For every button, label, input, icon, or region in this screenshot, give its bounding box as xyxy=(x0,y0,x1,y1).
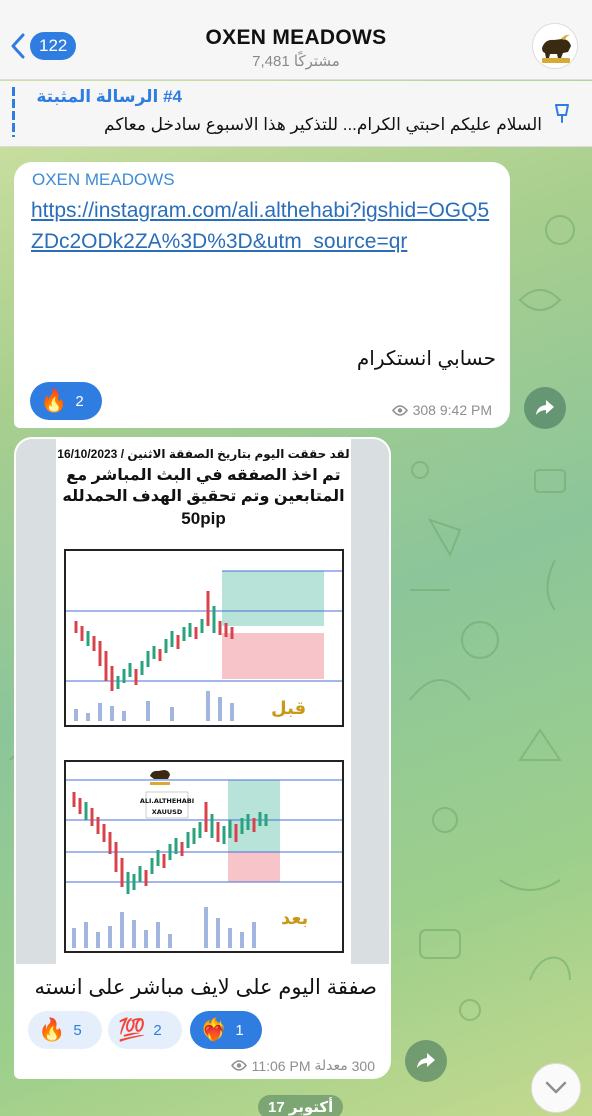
reaction-fire[interactable]: 🔥 5 xyxy=(28,1011,102,1049)
message-meta: 308 9:42 PM xyxy=(391,402,492,418)
before-label: قبل xyxy=(271,698,306,719)
eye-icon xyxy=(391,404,408,416)
image-line-3: المتابعين وتم تحقيق الهدف الحمدلله xyxy=(62,488,345,505)
channel-title[interactable]: OXEN MEADOWS xyxy=(0,26,592,50)
heart-on-fire-icon: ❤️‍🔥 xyxy=(200,1017,228,1042)
image-line-2: تم اخذ الصفقه في البث المباشر مع xyxy=(66,467,341,484)
pinned-text: السلام عليكم احبتي الكرام... للتذكير هذا… xyxy=(104,115,542,134)
instagram-link[interactable]: https://instagram.com/ali.althehabi?igsh… xyxy=(31,195,501,257)
message-caption: صفقة اليوم على لايف مباشر على انسته xyxy=(34,976,377,999)
trade-image[interactable]: لقد حققت اليوم بتاريخ الصفقة الاثنين / 1… xyxy=(16,439,389,964)
forward-arrow-icon xyxy=(417,1053,435,1068)
after-label: بعد xyxy=(281,908,308,929)
reaction-fire[interactable]: 🔥 2 xyxy=(30,382,102,420)
message-bubble[interactable]: لقد حققت اليوم بتاريخ الصفقة الاثنين / 1… xyxy=(14,437,391,1079)
scroll-to-bottom-button[interactable] xyxy=(531,1063,581,1113)
reaction-count: 5 xyxy=(73,1021,82,1039)
pinned-indicator xyxy=(12,87,15,137)
bull-logo-icon xyxy=(533,24,577,68)
message-text: حسابي انستكرام xyxy=(356,348,496,370)
forward-arrow-icon xyxy=(536,400,554,415)
message-time: 11:06 PM xyxy=(251,1057,311,1074)
message-time: 9:42 PM xyxy=(439,402,492,418)
share-button[interactable] xyxy=(524,387,566,429)
sender-name[interactable]: OXEN MEADOWS xyxy=(32,170,175,190)
fire-icon: 🔥 xyxy=(40,388,68,413)
share-button[interactable] xyxy=(405,1040,447,1082)
date-divider: 17 أكتوبر xyxy=(258,1095,344,1116)
hundred-points-icon: 💯 xyxy=(118,1017,146,1042)
pinned-message-bar[interactable]: #4 الرسالة المثبتة السلام عليكم احبتي ال… xyxy=(0,81,592,147)
image-pip: 50pip xyxy=(181,509,226,528)
chat-header: 122 OXEN MEADOWS 7,481 مشتركًا xyxy=(0,0,592,80)
eye-icon xyxy=(230,1060,247,1071)
image-date-line: لقد حققت اليوم بتاريخ الصفقة الاثنين / 1… xyxy=(57,447,350,461)
message-bubble[interactable]: OXEN MEADOWS https://instagram.com/ali.a… xyxy=(14,162,510,428)
message-meta: 11:06 PM معدلة 300 xyxy=(230,1057,375,1074)
subscriber-count: 7,481 مشتركًا xyxy=(252,53,340,70)
channel-avatar[interactable] xyxy=(532,23,578,69)
watermark-logo xyxy=(150,770,170,785)
pinned-title: #4 الرسالة المثبتة xyxy=(36,87,182,106)
reaction-hundred[interactable]: 💯 2 xyxy=(108,1011,182,1049)
watermark-name: ALI.ALTHEHABI xyxy=(140,797,194,805)
chevron-down-icon xyxy=(545,1081,567,1094)
watermark-pair: XAUUSD xyxy=(152,808,183,816)
chart-before: قبل xyxy=(64,549,344,727)
reaction-heart-on-fire[interactable]: ❤️‍🔥 1 xyxy=(190,1011,262,1049)
reaction-count: 2 xyxy=(153,1021,162,1039)
fire-icon: 🔥 xyxy=(38,1017,66,1042)
chart-after: ALI.ALTHEHABI XAUUSD بعد xyxy=(64,760,344,953)
reaction-count: 2 xyxy=(75,392,84,410)
view-count: 308 xyxy=(412,402,436,418)
edited-label: معدلة xyxy=(314,1057,348,1073)
reaction-count: 1 xyxy=(235,1021,244,1039)
pin-list-icon[interactable] xyxy=(550,101,574,125)
view-count: 300 xyxy=(351,1057,375,1074)
candlestick-chart-before: قبل xyxy=(66,570,342,721)
candlestick-chart-after: ALI.ALTHEHABI XAUUSD بعد xyxy=(66,770,342,948)
